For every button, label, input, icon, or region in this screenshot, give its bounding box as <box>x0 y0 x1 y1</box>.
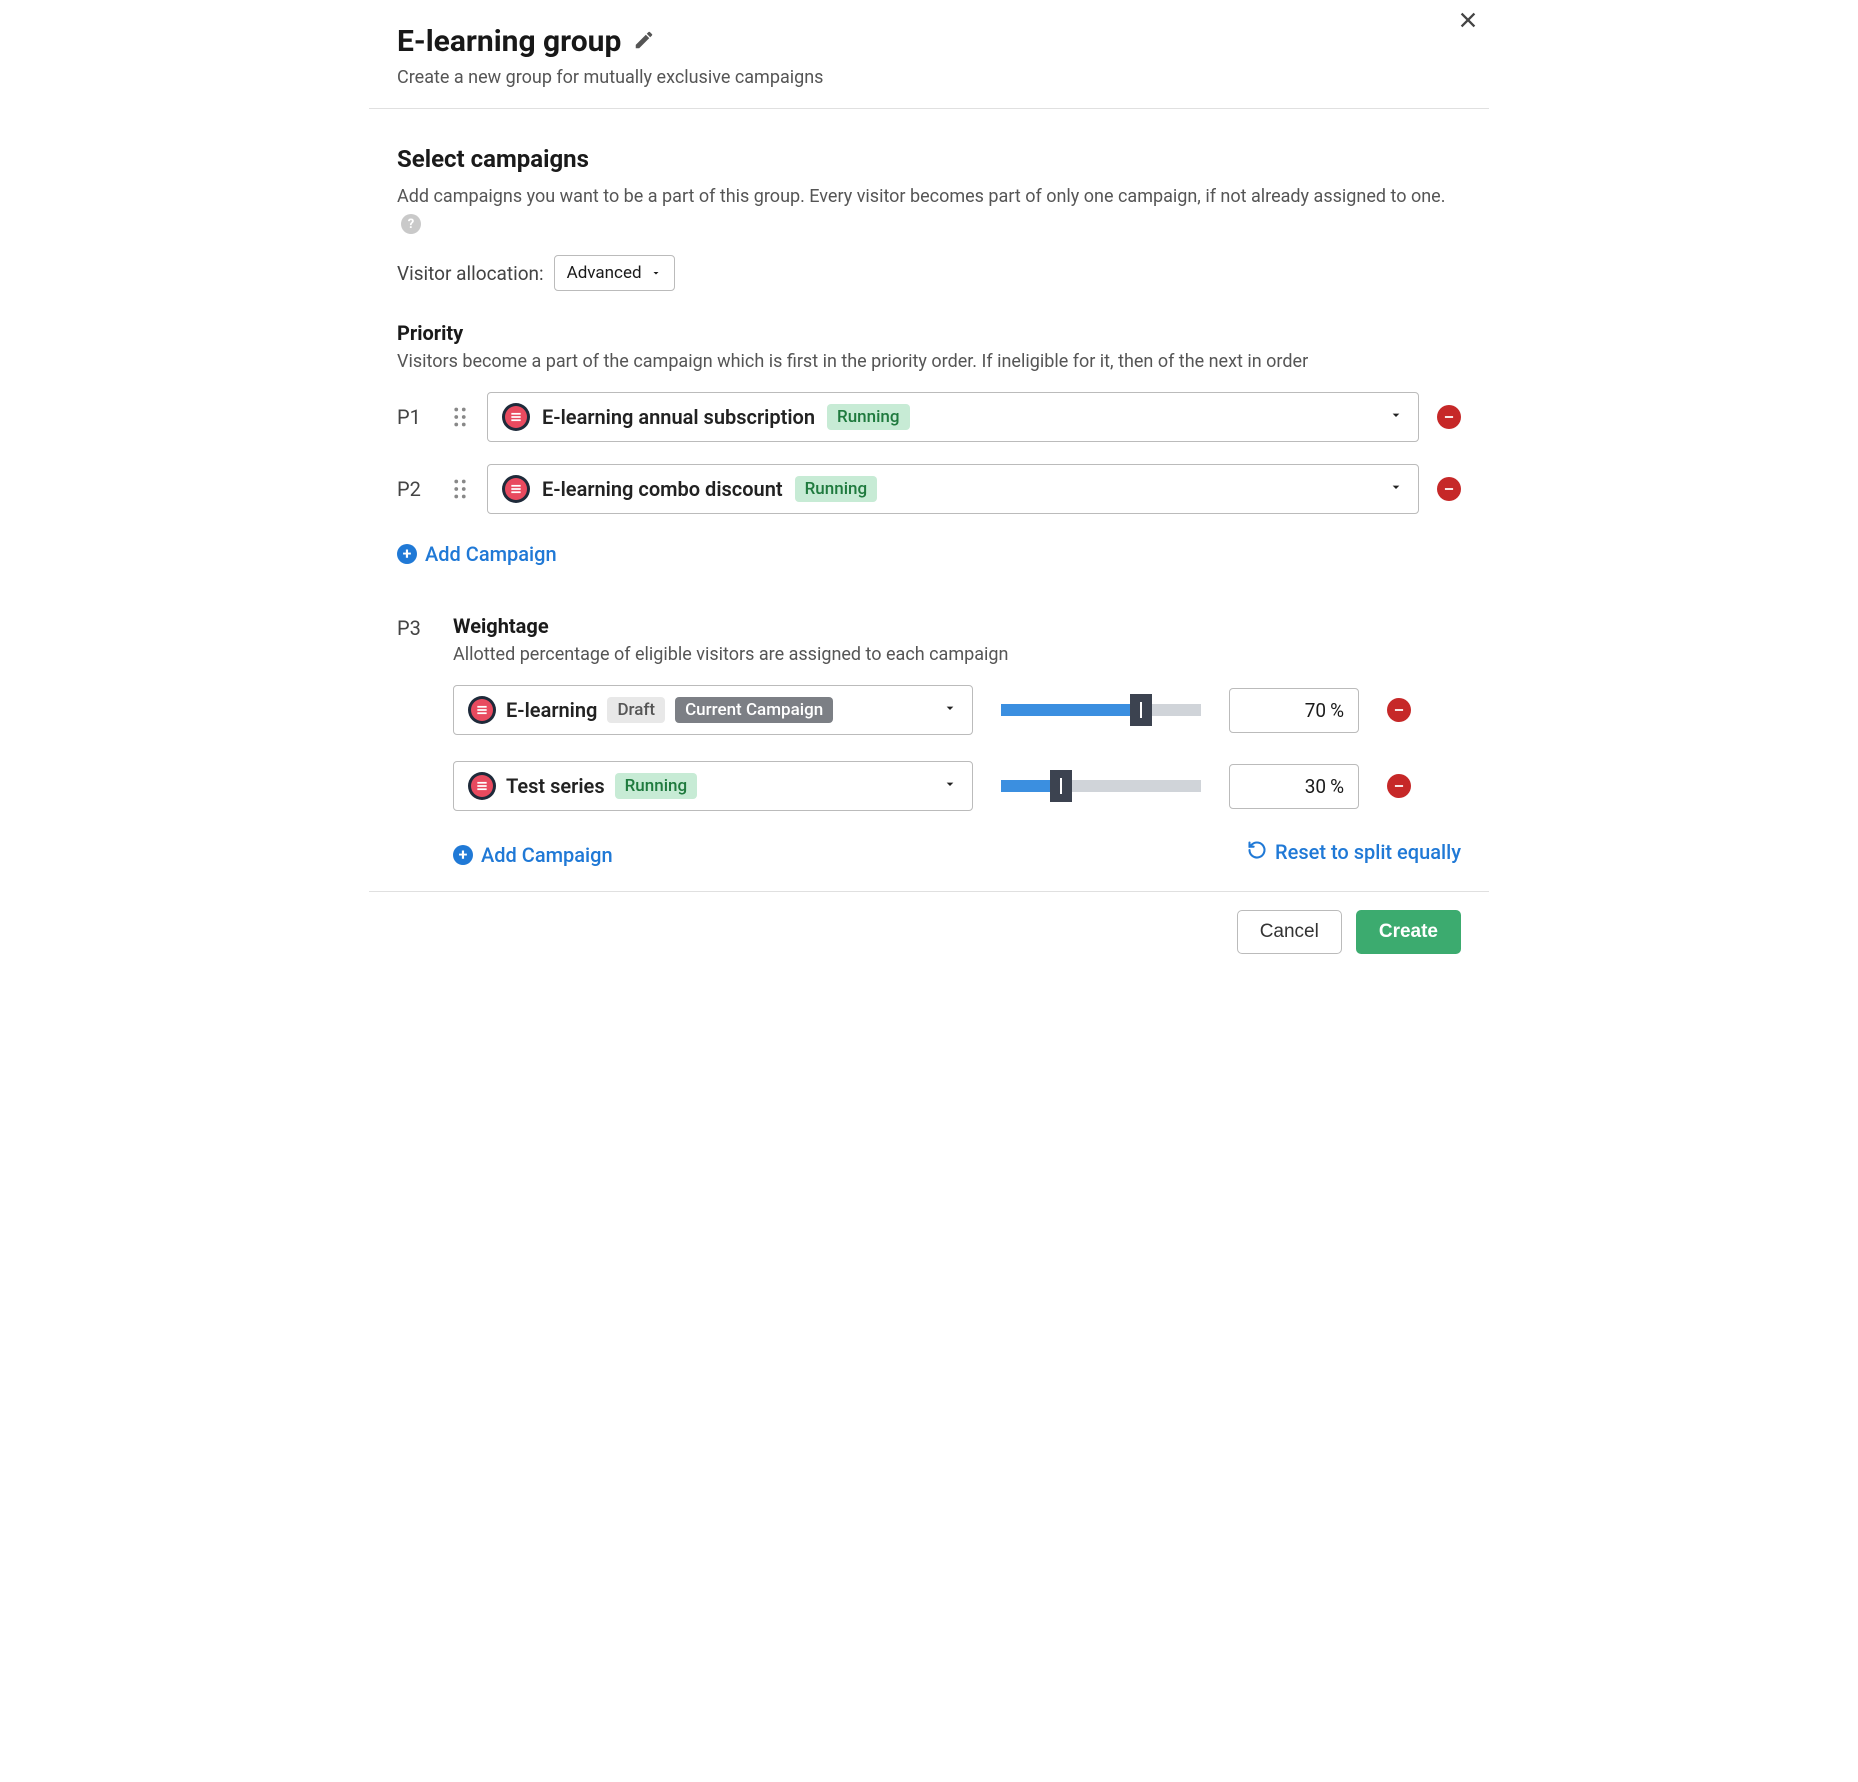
weight-row: Test series Running 30 % <box>453 761 1461 811</box>
status-badge: Running <box>827 404 910 430</box>
status-badge: Running <box>615 773 698 799</box>
remove-campaign-button[interactable] <box>1387 774 1411 798</box>
reset-icon <box>1247 840 1267 865</box>
slider-thumb[interactable] <box>1130 694 1152 726</box>
priority-row: P1 E-learning annual subscription Runnin… <box>397 392 1461 442</box>
chevron-down-icon <box>942 700 958 720</box>
reset-split-button[interactable]: Reset to split equally <box>1247 840 1461 865</box>
close-icon[interactable] <box>1457 8 1479 36</box>
priority-row: P2 E-learning combo discount Running <box>397 464 1461 514</box>
campaign-name: Test series <box>506 774 605 798</box>
modal-title: E-learning group <box>397 24 621 59</box>
modal-footer: Cancel Create <box>369 891 1489 972</box>
weightage-footer: + Add Campaign Reset to split equally <box>453 837 1461 867</box>
create-button[interactable]: Create <box>1356 910 1461 954</box>
priority-desc: Visitors become a part of the campaign w… <box>397 351 1461 372</box>
visitor-allocation-row: Visitor allocation: Advanced <box>397 255 1461 291</box>
percent-value: 70 <box>1305 699 1326 722</box>
campaign-select[interactable]: E-learning Draft Current Campaign <box>453 685 973 735</box>
chevron-down-icon <box>1388 407 1404 427</box>
weightage-title: Weightage <box>453 614 1461 638</box>
slider-fill <box>1001 704 1141 716</box>
campaign-select[interactable]: E-learning annual subscription Running <box>487 392 1419 442</box>
campaign-name: E-learning annual subscription <box>542 405 815 429</box>
campaign-name: E-learning <box>506 698 597 722</box>
drag-handle-icon[interactable] <box>451 407 469 427</box>
modal-header: E-learning group Create a new group for … <box>369 0 1489 109</box>
priority-title: Priority <box>397 321 1461 345</box>
weightage-block: P3 Weightage Allotted percentage of elig… <box>397 614 1461 867</box>
visitor-allocation-value: Advanced <box>567 263 642 283</box>
drag-handle-icon[interactable] <box>451 479 469 499</box>
select-campaigns-desc: Add campaigns you want to be a part of t… <box>397 183 1461 237</box>
priority-label: P2 <box>397 477 433 501</box>
priority-label: P3 <box>397 616 433 640</box>
priority-label: P1 <box>397 405 433 429</box>
remove-campaign-button[interactable] <box>1437 405 1461 429</box>
weightage-desc: Allotted percentage of eligible visitors… <box>453 644 1461 665</box>
weight-row: E-learning Draft Current Campaign 70 % <box>453 685 1461 735</box>
campaign-select[interactable]: Test series Running <box>453 761 973 811</box>
percent-input[interactable]: 30 % <box>1229 764 1359 809</box>
status-badge: Running <box>795 476 878 502</box>
modal-container: E-learning group Create a new group for … <box>369 0 1489 972</box>
modal-subtitle: Create a new group for mutually exclusiv… <box>397 67 1461 88</box>
visitor-allocation-select[interactable]: Advanced <box>554 255 675 291</box>
plus-icon: + <box>397 544 417 564</box>
slider-thumb[interactable] <box>1050 770 1072 802</box>
weight-slider[interactable] <box>1001 704 1201 716</box>
chevron-down-icon <box>942 776 958 796</box>
campaign-type-icon <box>502 475 530 503</box>
percent-symbol: % <box>1330 775 1344 798</box>
plus-icon: + <box>453 845 473 865</box>
select-campaigns-title: Select campaigns <box>397 145 1461 173</box>
chevron-down-icon <box>1388 479 1404 499</box>
campaign-type-icon <box>468 772 496 800</box>
add-campaign-button[interactable]: + Add Campaign <box>453 843 613 867</box>
remove-campaign-button[interactable] <box>1387 698 1411 722</box>
campaign-type-icon <box>468 696 496 724</box>
chevron-down-icon <box>650 267 662 279</box>
info-icon[interactable]: ? <box>401 214 421 234</box>
weight-slider[interactable] <box>1001 780 1201 792</box>
edit-title-icon[interactable] <box>633 29 655 55</box>
campaign-type-icon <box>502 403 530 431</box>
add-campaign-button[interactable]: + Add Campaign <box>397 542 557 566</box>
status-badge: Draft <box>607 697 665 723</box>
percent-input[interactable]: 70 % <box>1229 688 1359 733</box>
cancel-button[interactable]: Cancel <box>1237 910 1342 954</box>
campaign-name: E-learning combo discount <box>542 477 783 501</box>
current-campaign-badge: Current Campaign <box>675 697 833 723</box>
campaign-select[interactable]: E-learning combo discount Running <box>487 464 1419 514</box>
remove-campaign-button[interactable] <box>1437 477 1461 501</box>
modal-body: Select campaigns Add campaigns you want … <box>369 109 1489 891</box>
percent-value: 30 <box>1305 775 1326 798</box>
percent-symbol: % <box>1330 699 1344 722</box>
visitor-allocation-label: Visitor allocation: <box>397 262 544 285</box>
